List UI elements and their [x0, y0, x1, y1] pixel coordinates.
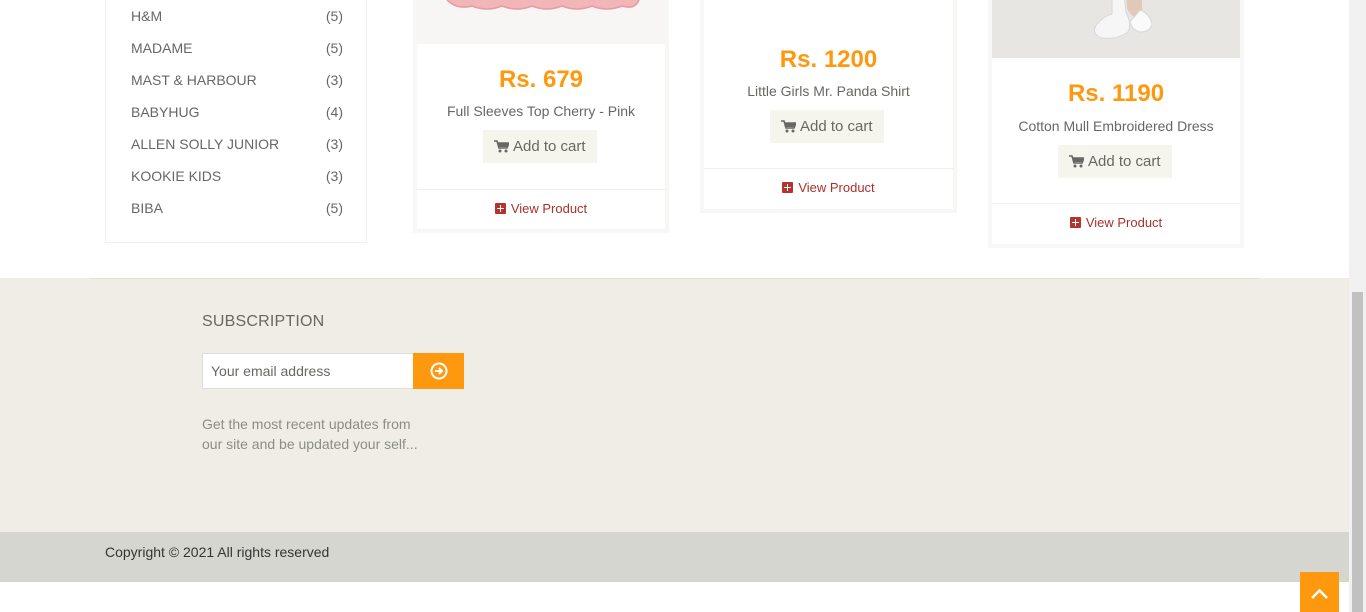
add-to-cart-label: Add to cart: [1088, 153, 1161, 170]
product-card: Rs. 679 Full Sleeves Top Cherry - Pink A…: [413, 0, 669, 233]
product-card: Rs. 1200 Little Girls Mr. Panda Shirt Ad…: [700, 0, 957, 213]
product-card: Rs. 1190 Cotton Mull Embroidered Dress A…: [988, 0, 1244, 248]
shopping-cart-icon: [494, 132, 511, 165]
brand-name[interactable]: MAST & HARBOUR: [131, 72, 257, 88]
card-divider: [992, 203, 1240, 204]
brand-name[interactable]: H&M: [131, 8, 162, 24]
add-to-cart-label: Add to cart: [800, 118, 873, 135]
brand-count: (4): [325, 104, 343, 120]
card-divider: [704, 168, 953, 169]
scrollbar-thumb[interactable]: [1352, 292, 1363, 612]
brand-name[interactable]: ALLEN SOLLY JUNIOR: [131, 136, 279, 152]
brand-count: (3): [325, 168, 343, 184]
plus-square-icon: [782, 182, 794, 193]
view-product-label: View Product: [798, 180, 875, 195]
brand-name[interactable]: MADAME: [131, 40, 192, 56]
view-product-label: View Product: [510, 201, 588, 216]
shopping-cart-icon: [1069, 147, 1086, 180]
brands-panel: H&M (5) MADAME (5) MAST & HARBOUR (3) BA…: [105, 0, 367, 243]
brand-item-babyhug[interactable]: BABYHUG (4): [131, 104, 343, 124]
product-name: Full Sleeves Top Cherry - Pink: [446, 103, 636, 119]
brand-name[interactable]: BABYHUG: [131, 104, 199, 120]
chevron-up-icon: [1300, 572, 1339, 612]
product-image[interactable]: [992, 0, 1240, 58]
view-product-link[interactable]: View Product: [704, 180, 953, 195]
add-to-cart-button[interactable]: Add to cart: [483, 130, 597, 163]
brand-item-madame[interactable]: MADAME (5): [131, 40, 343, 60]
product-price: Rs. 1190: [1067, 80, 1165, 107]
page: H&M (5) MADAME (5) MAST & HARBOUR (3) BA…: [0, 0, 1366, 612]
brand-count: (5): [325, 40, 343, 56]
email-input[interactable]: [202, 353, 414, 389]
brand-count: (5): [325, 8, 343, 24]
subscribe-button[interactable]: [413, 353, 464, 389]
footer-divider: [90, 278, 1260, 279]
brand-item-hm[interactable]: H&M (5): [131, 8, 343, 28]
arrow-circle-right-icon: [413, 362, 464, 380]
plus-square-icon: [494, 203, 506, 214]
brand-count: (3): [325, 136, 343, 152]
subscription-title: SUBSCRIPTION: [202, 313, 325, 330]
brand-item-biba[interactable]: BIBA (5): [131, 200, 343, 220]
plus-square-icon: [1069, 217, 1081, 228]
product-price: Rs. 679: [498, 66, 584, 93]
view-product-label: View Product: [1085, 215, 1163, 230]
view-product-link[interactable]: View Product: [417, 201, 665, 216]
scroll-to-top-button[interactable]: [1300, 572, 1339, 612]
product-name: Cotton Mull Embroidered Dress: [1018, 118, 1214, 134]
brand-count: (3): [325, 72, 343, 88]
add-to-cart-label: Add to cart: [513, 138, 586, 155]
add-to-cart-button[interactable]: Add to cart: [770, 110, 884, 143]
brand-count: (5): [325, 200, 343, 216]
product-image[interactable]: [417, 0, 665, 44]
shopping-cart-icon: [781, 112, 798, 145]
subscription-description: Get the most recent updates from our sit…: [202, 416, 418, 452]
brand-name[interactable]: KOOKIE KIDS: [131, 168, 221, 184]
copyright-text: Copyright © 2021 All rights reserved: [105, 544, 330, 560]
card-divider: [417, 189, 665, 190]
brand-item-allen-solly-junior[interactable]: ALLEN SOLLY JUNIOR (3): [131, 136, 343, 156]
add-to-cart-button[interactable]: Add to cart: [1058, 145, 1172, 178]
brand-name[interactable]: BIBA: [131, 200, 163, 216]
view-product-link[interactable]: View Product: [992, 215, 1240, 230]
product-name: Little Girls Mr. Panda Shirt: [747, 83, 910, 99]
brand-item-mast-harbour[interactable]: MAST & HARBOUR (3): [131, 72, 343, 92]
product-price: Rs. 1200: [779, 46, 878, 73]
brand-item-kookie-kids[interactable]: KOOKIE KIDS (3): [131, 168, 343, 188]
